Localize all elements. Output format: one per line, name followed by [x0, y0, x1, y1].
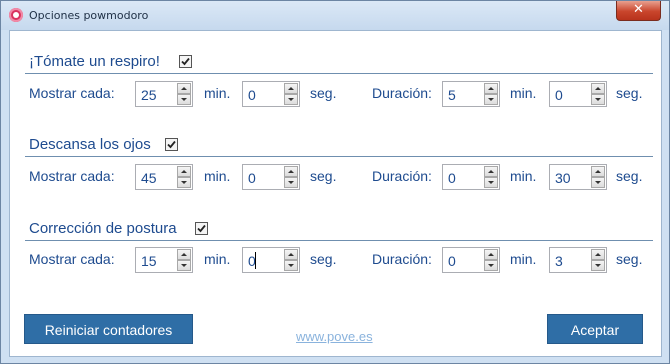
- options-panel: ¡Tómate un respiro! Mostrar cada: 25 min…: [9, 30, 662, 357]
- section-title-eyes: Descansa los ojos: [29, 136, 151, 153]
- title-bar[interactable]: Opciones powmodoro ✕: [1, 1, 669, 30]
- break-duration-minutes-stepper[interactable]: 5: [442, 81, 500, 107]
- website-link[interactable]: www.pove.es: [296, 329, 373, 344]
- duration-label: Duración:: [372, 251, 432, 267]
- seconds-unit-label: seg.: [616, 168, 643, 184]
- spin-up-icon[interactable]: [591, 249, 605, 260]
- spin-down-icon[interactable]: [591, 177, 605, 188]
- spin-down-icon[interactable]: [177, 94, 191, 105]
- app-icon: [9, 8, 23, 22]
- spin-up-icon[interactable]: [591, 166, 605, 177]
- check-icon: [197, 224, 206, 233]
- section-title-posture: Corrección de postura: [29, 220, 177, 237]
- stepper-value[interactable]: 15: [141, 253, 157, 269]
- section-divider: [25, 73, 653, 74]
- spin-up-icon[interactable]: [591, 83, 605, 94]
- minutes-unit-label: min.: [510, 168, 537, 184]
- minutes-unit-label: min.: [204, 251, 231, 267]
- seconds-unit-label: seg.: [310, 168, 337, 184]
- show-every-label: Mostrar cada:: [29, 168, 115, 184]
- spin-up-icon[interactable]: [484, 83, 498, 94]
- spin-up-icon[interactable]: [177, 249, 191, 260]
- section-title-break: ¡Tómate un respiro!: [29, 53, 160, 70]
- seconds-unit-label: seg.: [310, 251, 337, 267]
- duration-label: Duración:: [372, 168, 432, 184]
- eyes-duration-minutes-stepper[interactable]: 0: [442, 164, 500, 190]
- minutes-unit-label: min.: [510, 251, 537, 267]
- stepper-value[interactable]: 30: [555, 170, 571, 186]
- text-caret: [255, 252, 256, 269]
- stepper-value[interactable]: 0: [448, 253, 456, 269]
- spin-down-icon[interactable]: [284, 260, 298, 271]
- minutes-unit-label: min.: [510, 85, 537, 101]
- spin-up-icon[interactable]: [177, 166, 191, 177]
- spin-down-icon[interactable]: [484, 94, 498, 105]
- spin-down-icon[interactable]: [484, 177, 498, 188]
- spin-down-icon[interactable]: [284, 94, 298, 105]
- posture-enabled-checkbox[interactable]: [195, 222, 208, 235]
- eyes-enabled-checkbox[interactable]: [165, 138, 178, 151]
- options-window: Opciones powmodoro ✕ ¡Tómate un respiro!…: [0, 0, 670, 364]
- posture-duration-seconds-stepper[interactable]: 3: [549, 247, 607, 273]
- seconds-unit-label: seg.: [616, 251, 643, 267]
- break-enabled-checkbox[interactable]: [179, 55, 192, 68]
- show-every-label: Mostrar cada:: [29, 251, 115, 267]
- spin-down-icon[interactable]: [284, 177, 298, 188]
- spin-up-icon[interactable]: [484, 166, 498, 177]
- posture-show-minutes-stepper[interactable]: 15: [135, 247, 193, 273]
- posture-duration-minutes-stepper[interactable]: 0: [442, 247, 500, 273]
- seconds-unit-label: seg.: [310, 85, 337, 101]
- eyes-duration-seconds-stepper[interactable]: 30: [549, 164, 607, 190]
- stepper-value[interactable]: 5: [448, 87, 456, 103]
- spin-down-icon[interactable]: [177, 177, 191, 188]
- stepper-value[interactable]: 3: [555, 253, 563, 269]
- posture-show-seconds-stepper[interactable]: 0: [242, 247, 300, 273]
- close-button[interactable]: ✕: [616, 1, 661, 21]
- stepper-value[interactable]: 0: [555, 87, 563, 103]
- minutes-unit-label: min.: [204, 85, 231, 101]
- check-icon: [181, 57, 190, 66]
- spin-down-icon[interactable]: [484, 260, 498, 271]
- window-title: Opciones powmodoro: [29, 9, 149, 22]
- section-divider: [25, 156, 653, 157]
- break-show-minutes-stepper[interactable]: 25: [135, 81, 193, 107]
- break-show-seconds-stepper[interactable]: 0: [242, 81, 300, 107]
- spin-up-icon[interactable]: [484, 249, 498, 260]
- spin-up-icon[interactable]: [284, 249, 298, 260]
- spin-up-icon[interactable]: [177, 83, 191, 94]
- stepper-value[interactable]: 0: [448, 170, 456, 186]
- section-divider: [25, 240, 653, 241]
- stepper-value[interactable]: 25: [141, 87, 157, 103]
- break-duration-seconds-stepper[interactable]: 0: [549, 81, 607, 107]
- seconds-unit-label: seg.: [616, 85, 643, 101]
- show-every-label: Mostrar cada:: [29, 85, 115, 101]
- spin-up-icon[interactable]: [284, 83, 298, 94]
- eyes-show-seconds-stepper[interactable]: 0: [242, 164, 300, 190]
- spin-down-icon[interactable]: [591, 94, 605, 105]
- stepper-value[interactable]: 0: [248, 87, 256, 103]
- spin-down-icon[interactable]: [177, 260, 191, 271]
- stepper-value[interactable]: 0: [248, 170, 256, 186]
- minutes-unit-label: min.: [204, 168, 231, 184]
- spin-up-icon[interactable]: [284, 166, 298, 177]
- check-icon: [167, 140, 176, 149]
- stepper-value[interactable]: 45: [141, 170, 157, 186]
- accept-button[interactable]: Aceptar: [547, 314, 643, 344]
- reset-counters-button[interactable]: Reiniciar contadores: [24, 314, 193, 344]
- duration-label: Duración:: [372, 85, 432, 101]
- spin-down-icon[interactable]: [591, 260, 605, 271]
- eyes-show-minutes-stepper[interactable]: 45: [135, 164, 193, 190]
